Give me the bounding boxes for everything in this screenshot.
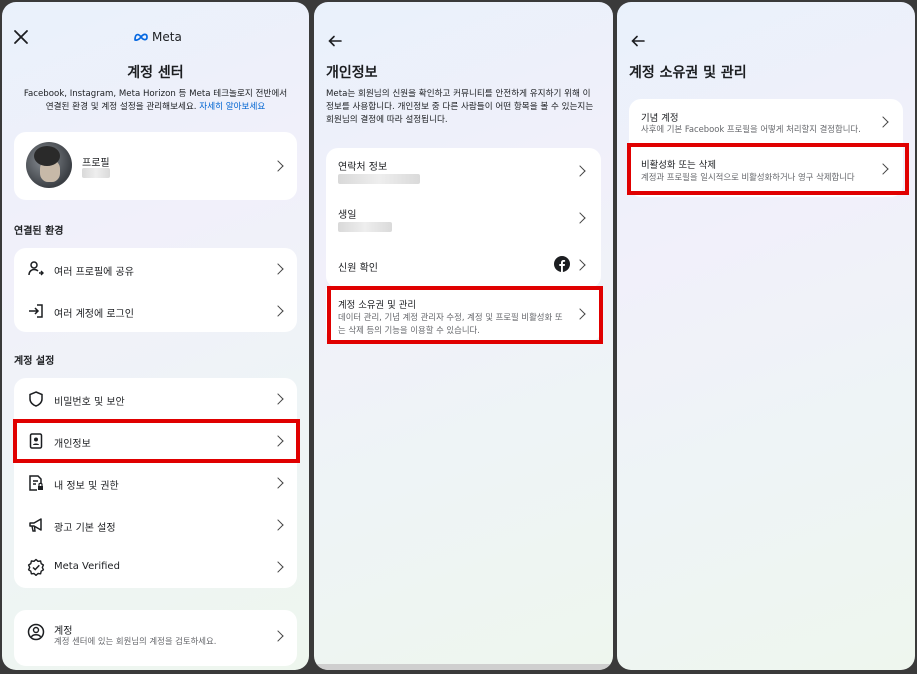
accounts-card[interactable]: 계정 계정 센터에 있는 회원님의 계정을 검토하세요.	[14, 610, 297, 666]
chevron-right-icon	[272, 160, 284, 172]
your-info-permissions-item[interactable]: 내 정보 및 권한	[14, 462, 297, 504]
account-center-panel: Meta 계정 센터 Facebook, Instagram, Meta Hor…	[2, 2, 309, 670]
chevron-right-icon	[877, 116, 889, 128]
identity-confirmation-item[interactable]: 신원 확인	[326, 242, 601, 288]
back-arrow-icon[interactable]	[631, 32, 645, 47]
megaphone-icon	[26, 515, 46, 535]
back-arrow-icon[interactable]	[328, 32, 342, 47]
menu-item-label: Meta Verified	[54, 561, 120, 572]
connected-experiences-card: 여러 프로필에 공유 여러 계정에 로그인	[14, 248, 297, 332]
chevron-right-icon	[574, 212, 586, 224]
menu-item-subtitle: 사후에 기본 Facebook 프로필을 어떻게 처리할지 결정합니다.	[641, 124, 861, 134]
underlying-content	[314, 664, 613, 670]
meta-infinity-icon	[134, 33, 148, 41]
menu-item-label: 여러 프로필에 공유	[54, 267, 134, 278]
contact-info-item[interactable]: 연락처 정보	[326, 148, 601, 194]
chevron-right-icon	[272, 561, 284, 573]
verified-badge-icon	[26, 557, 46, 577]
meta-verified-item[interactable]: Meta Verified	[14, 546, 297, 588]
memorialization-item[interactable]: 기념 계정 사후에 기본 Facebook 프로필을 어떻게 처리할지 결정합니…	[629, 99, 903, 145]
page-title: 계정 소유권 및 관리	[629, 65, 747, 81]
avatar	[26, 142, 72, 188]
menu-item-label: 연락처 정보	[338, 162, 388, 173]
menu-item-label: 신원 확인	[338, 263, 378, 274]
menu-item-label: 여러 계정에 로그인	[54, 309, 134, 320]
menu-item-title: 기념 계정	[641, 113, 679, 124]
account-ownership-panel: 계정 소유권 및 관리 기념 계정 사후에 기본 Facebook 프로필을 어…	[617, 2, 915, 670]
ad-preferences-item[interactable]: 광고 기본 설정	[14, 504, 297, 546]
contact-info-redacted	[338, 174, 420, 184]
close-icon[interactable]	[13, 29, 29, 45]
birthday-item[interactable]: 생일	[326, 194, 601, 242]
account-settings-card: 비밀번호 및 보안 개인정보 내 정보 및 권한 광고 기본 설정 Meta V…	[14, 378, 297, 588]
highlight-box	[13, 419, 300, 463]
profile-card[interactable]: 프로필	[14, 132, 297, 200]
accounts-subtitle: 계정 센터에 있는 회원님의 계정을 검토하세요.	[54, 636, 217, 646]
profile-name-redacted	[82, 168, 110, 178]
highlight-box	[327, 286, 603, 344]
meta-logo: Meta	[133, 30, 182, 44]
profile-label: 프로필	[82, 158, 110, 169]
page-description: Facebook, Instagram, Meta Horizon 등 Meta…	[23, 89, 288, 112]
page-title: 계정 센터	[127, 65, 184, 81]
settings-section-title: 계정 설정	[14, 356, 55, 367]
password-security-item[interactable]: 비밀번호 및 보안	[14, 378, 297, 420]
chevron-right-icon	[272, 519, 284, 531]
connected-section-title: 연결된 환경	[14, 226, 64, 237]
chevron-right-icon	[272, 393, 284, 405]
document-lock-icon	[26, 473, 46, 493]
menu-item-label: 생일	[338, 210, 357, 221]
meta-logo-text: Meta	[152, 30, 182, 44]
log-in-across-accounts-item[interactable]: 여러 계정에 로그인	[14, 290, 297, 332]
personal-details-panel: 개인정보 Meta는 회원님의 신원을 확인하고 커뮤니티를 안전하게 유지하기…	[314, 2, 613, 670]
menu-item-label: 광고 기본 설정	[54, 523, 116, 534]
page-title: 개인정보	[326, 65, 378, 81]
facebook-icon	[554, 256, 570, 272]
person-circle-icon	[26, 622, 46, 642]
chevron-right-icon	[272, 305, 284, 317]
birthday-redacted	[338, 222, 392, 232]
share-profiles-icon	[26, 259, 46, 279]
share-across-profiles-item[interactable]: 여러 프로필에 공유	[14, 248, 297, 290]
personal-details-card: 연락처 정보 생일 신원 확인	[326, 148, 601, 288]
shield-icon	[26, 389, 46, 409]
menu-item-label: 내 정보 및 권한	[54, 481, 119, 492]
chevron-right-icon	[574, 165, 586, 177]
highlight-box	[627, 143, 909, 195]
learn-more-link[interactable]: 자세히 알아보세요	[199, 102, 265, 112]
chevron-right-icon	[272, 477, 284, 489]
chevron-right-icon	[272, 263, 284, 275]
menu-item-label: 비밀번호 및 보안	[54, 397, 125, 408]
page-description: Meta는 회원님의 신원을 확인하고 커뮤니티를 안전하게 유지하기 위해 이…	[326, 89, 594, 125]
login-icon	[26, 301, 46, 321]
chevron-right-icon	[272, 630, 284, 642]
chevron-right-icon	[574, 259, 586, 271]
